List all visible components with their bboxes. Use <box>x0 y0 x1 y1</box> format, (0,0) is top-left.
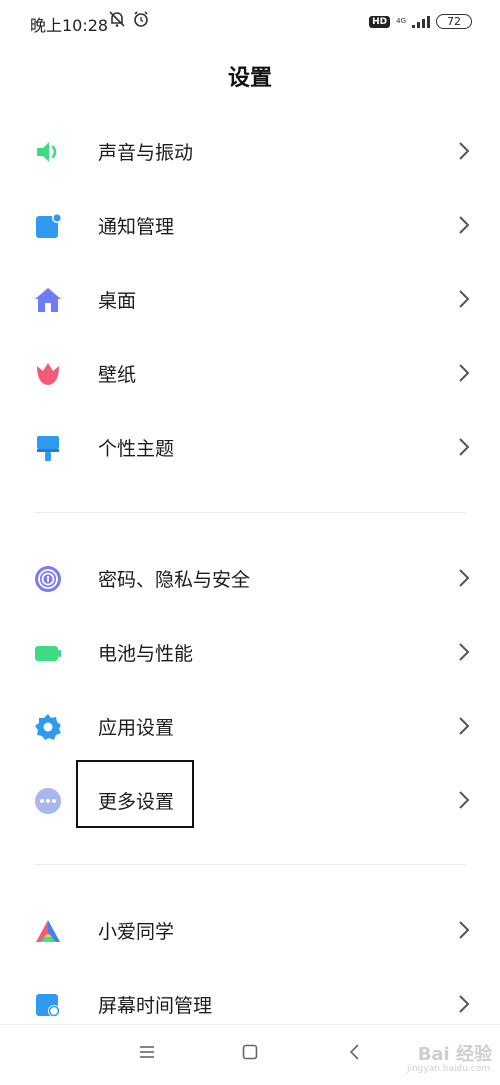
network-type: 4G <box>396 17 406 25</box>
speaker-icon <box>34 138 62 166</box>
home-icon <box>34 286 62 314</box>
chevron-right-icon <box>458 140 470 162</box>
home-button[interactable] <box>241 1043 259 1065</box>
chevron-right-icon <box>458 919 470 941</box>
chevron-right-icon <box>458 715 470 737</box>
status-right-group: HD 4G 72 <box>369 14 472 29</box>
chevron-right-icon <box>458 436 470 458</box>
battery-indicator: 72 <box>436 14 472 29</box>
item-label: 密码、隐私与安全 <box>98 569 251 591</box>
signal-icon <box>412 15 430 28</box>
chevron-right-icon <box>458 789 470 811</box>
chevron-right-icon <box>458 567 470 589</box>
bell-muted-icon <box>108 10 126 32</box>
item-label: 电池与性能 <box>98 643 194 665</box>
alarm-icon <box>132 10 150 32</box>
chevron-right-icon <box>458 362 470 384</box>
xiaoai-icon <box>34 917 62 945</box>
item-label: 应用设置 <box>98 717 175 739</box>
menu-button[interactable] <box>138 1043 156 1065</box>
settings-item-more[interactable]: 更多设置 <box>0 763 500 837</box>
chevron-right-icon <box>458 641 470 663</box>
status-bar: 晚上10:28 HD 4G 72 <box>0 0 500 44</box>
more-icon <box>34 787 62 815</box>
item-label: 声音与振动 <box>98 142 194 164</box>
chevron-right-icon <box>458 993 470 1015</box>
settings-item-apps[interactable]: 应用设置 <box>0 689 500 763</box>
chevron-right-icon <box>458 214 470 236</box>
settings-item-notifications[interactable]: 通知管理 <box>0 188 500 262</box>
highlight-annotation-box <box>76 760 194 828</box>
item-label: 小爱同学 <box>98 921 175 943</box>
hd-badge: HD <box>369 15 391 28</box>
chevron-right-icon <box>458 288 470 310</box>
item-label: 通知管理 <box>98 216 175 238</box>
settings-item-xiaoai[interactable]: 小爱同学 <box>0 893 500 967</box>
back-button[interactable] <box>346 1043 364 1065</box>
settings-item-sound[interactable]: 声音与振动 <box>0 114 500 188</box>
item-label: 个性主题 <box>98 438 175 460</box>
item-label: 壁纸 <box>98 364 137 386</box>
watermark-logo: Bai 经验 <box>417 1044 492 1065</box>
section-divider <box>34 512 466 513</box>
notification-icon <box>34 212 62 240</box>
brush-icon <box>34 434 62 462</box>
watermark-url: jingyan.baidu.com <box>406 1064 490 1074</box>
settings-item-themes[interactable]: 个性主题 <box>0 410 500 484</box>
status-time: 晚上10:28 <box>30 16 109 35</box>
section-divider <box>34 864 466 865</box>
settings-item-desktop[interactable]: 桌面 <box>0 262 500 336</box>
screen-time-icon <box>34 991 62 1019</box>
page-title: 设置 <box>227 66 272 91</box>
fingerprint-icon <box>34 565 62 593</box>
settings-item-wallpaper[interactable]: 壁纸 <box>0 336 500 410</box>
item-label: 屏幕时间管理 <box>98 995 213 1017</box>
battery-icon <box>34 639 62 667</box>
gear-icon <box>34 713 62 741</box>
settings-item-privacy[interactable]: 密码、隐私与安全 <box>0 541 500 615</box>
tulip-icon <box>34 360 62 388</box>
item-label: 桌面 <box>98 290 137 312</box>
settings-item-battery[interactable]: 电池与性能 <box>0 615 500 689</box>
settings-item-screen-time[interactable]: 屏幕时间管理 <box>0 967 500 1024</box>
